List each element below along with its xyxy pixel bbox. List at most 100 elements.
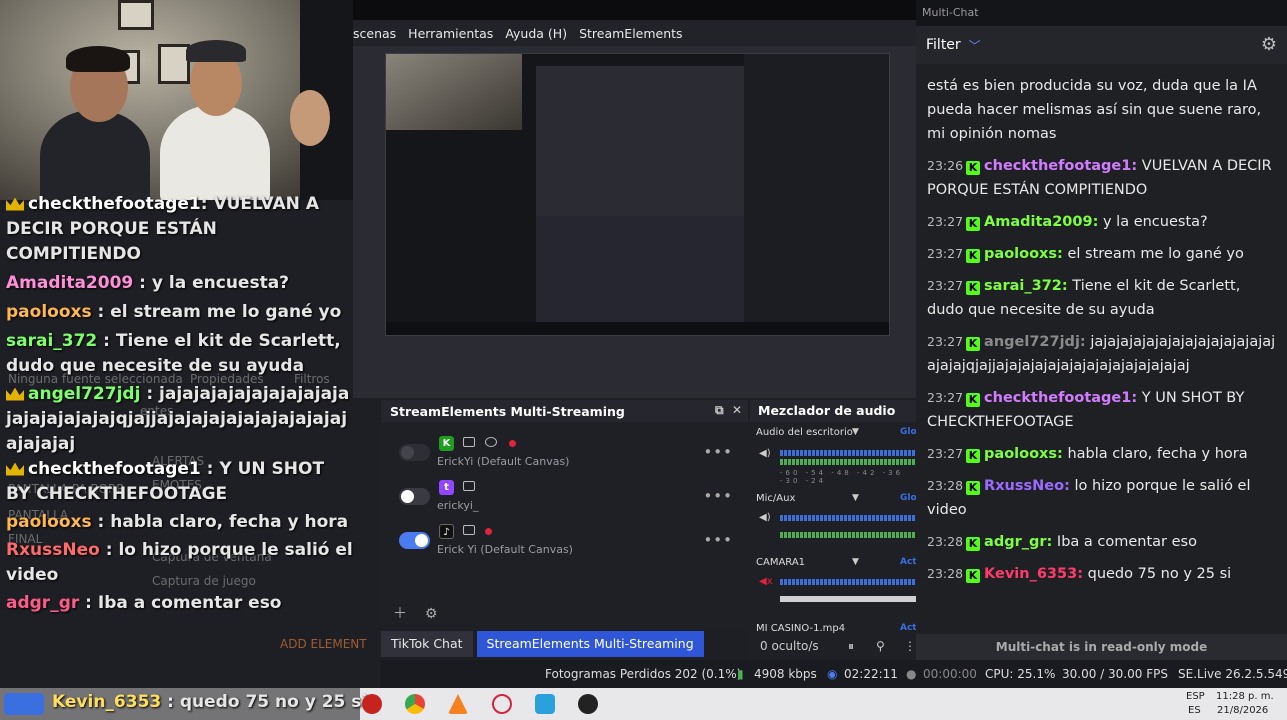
- multichat-panel: Multi-Chat Filter ﹀ ⚙ está es bien produ…: [916, 0, 1287, 660]
- overlay-message: checkthefootage1 : Y UN SHOT BY CHECKTHE…: [6, 459, 325, 504]
- fps: 30.00 / 30.00 FPS: [1062, 667, 1168, 681]
- close-icon[interactable]: ✕: [732, 403, 742, 417]
- volume-meter[interactable]: [780, 532, 916, 538]
- stream-icon: ◉: [827, 667, 838, 681]
- twitch-icon: t: [439, 480, 454, 495]
- overlay-message: paolooxs : habla claro, fecha y hora: [6, 512, 349, 532]
- message-username[interactable]: checkthefootage1:: [984, 158, 1137, 174]
- volume-meter[interactable]: [780, 596, 916, 602]
- app-icon[interactable]: [492, 694, 512, 714]
- destination-name: Erick Yi (Default Canvas): [437, 543, 573, 556]
- kick-icon: K: [439, 436, 454, 451]
- chat-message: 23:27 Kpaolooxs: habla claro, fecha y hor…: [927, 442, 1277, 466]
- chat-message: 23:27 Ksarai_372: Tiene el kit de Scarlet…: [927, 274, 1277, 322]
- message-username[interactable]: paolooxs:: [984, 246, 1063, 262]
- input-region[interactable]: ES: [1188, 705, 1201, 716]
- destination-toggle[interactable]: [399, 488, 430, 505]
- chat-message: 23:27 K Amadita2009: y la encuesta?: [927, 210, 1277, 234]
- muted-speaker-icon[interactable]: ◀x: [759, 576, 773, 587]
- more-options-icon[interactable]: •••: [703, 531, 733, 549]
- message-time: 23:28: [927, 566, 964, 581]
- tab-multistreaming[interactable]: StreamElements Multi-Streaming: [476, 631, 704, 657]
- telegram-icon[interactable]: [535, 694, 555, 714]
- chat-message: está es bien producida su voz, duda que …: [927, 74, 1277, 146]
- float-icon[interactable]: ⧉: [715, 403, 724, 417]
- overlay-message: Amadita2009 : y la encuesta?: [6, 273, 290, 293]
- speaker-icon[interactable]: ◀): [759, 512, 771, 523]
- streamelements-logo: [4, 693, 44, 715]
- destination-toggle[interactable]: [399, 532, 430, 549]
- obs-icon[interactable]: [578, 694, 598, 714]
- clock-time[interactable]: 11:28 p. m.: [1216, 691, 1274, 702]
- dock-toolbar: ＋ ⚙: [393, 603, 437, 623]
- chevron-down-icon[interactable]: ﹀: [969, 37, 981, 54]
- message-time: 23:27: [927, 334, 964, 349]
- chevron-down-icon[interactable]: ▼: [852, 557, 859, 567]
- more-options-icon[interactable]: •••: [703, 487, 733, 505]
- readonly-notice: Multi-chat is in read-only mode: [916, 634, 1287, 660]
- chevron-down-icon[interactable]: ▼: [852, 493, 859, 503]
- message-username[interactable]: sarai_372:: [984, 278, 1068, 294]
- link-icon[interactable]: ⚲: [876, 634, 885, 658]
- message-username[interactable]: paolooxs:: [984, 446, 1063, 462]
- volume-meter[interactable]: [780, 459, 916, 465]
- tab-tiktok-chat[interactable]: TikTok Chat: [381, 631, 473, 657]
- input-language[interactable]: ESP: [1186, 691, 1205, 702]
- message-username[interactable]: Amadita2009:: [984, 214, 1098, 230]
- speaker-icon[interactable]: ◀): [759, 448, 771, 459]
- menu-help[interactable]: Ayuda (H): [505, 26, 567, 41]
- gear-icon[interactable]: ⚙: [1261, 34, 1277, 55]
- message-username[interactable]: angel727jdj:: [984, 334, 1086, 350]
- chevron-down-icon[interactable]: ▼: [852, 427, 859, 437]
- stream-preview[interactable]: [385, 53, 890, 336]
- crown-icon: [6, 387, 24, 401]
- monitor-icon: [463, 525, 475, 535]
- kick-icon: K: [966, 281, 981, 295]
- volume-meter[interactable]: [780, 515, 916, 521]
- bitrate: 4908 kbps: [754, 667, 817, 681]
- app-icon[interactable]: [362, 694, 382, 714]
- kick-icon: K: [966, 393, 981, 407]
- menu-streamelements[interactable]: StreamElements: [579, 26, 683, 41]
- chat-message: 23:27 Kcheckthefootage1: Y UN SHOT BY CHE…: [927, 386, 1277, 434]
- mixer-footer: 0 oculto/s ⏸ ⚲ ⋮: [750, 634, 916, 658]
- multichat-title: Multi-Chat: [916, 0, 1287, 26]
- monitor-icon: [463, 481, 475, 491]
- message-username[interactable]: checkthefootage1:: [984, 390, 1137, 406]
- message-username[interactable]: RxussNeo:: [984, 478, 1070, 494]
- channel-name: MI CASINO-1.mp4: [756, 623, 846, 634]
- add-icon[interactable]: ＋: [393, 606, 407, 622]
- webcam-feed: [0, 0, 353, 200]
- volume-meter[interactable]: [780, 450, 916, 456]
- kick-icon: K: [966, 449, 981, 463]
- screen: scenas Herramientas Ayuda (H) StreamElem…: [0, 0, 1287, 720]
- obs-menubar: scenas Herramientas Ayuda (H) StreamElem…: [353, 20, 916, 46]
- menu-scenes[interactable]: scenas: [353, 26, 396, 41]
- volume-meter[interactable]: [780, 579, 916, 585]
- destination-name: erickyi_: [437, 499, 479, 512]
- message-text: habla claro, fecha y hora: [1062, 446, 1248, 462]
- multistream-dock: K ErickYi (Default Canvas) ••• t erickyi…: [381, 422, 748, 629]
- destination-toggle[interactable]: [399, 444, 430, 461]
- chrome-icon[interactable]: [405, 694, 425, 714]
- channel-name: CAMARA1: [756, 557, 806, 568]
- gear-icon[interactable]: ⚙: [425, 606, 438, 622]
- options-icon[interactable]: ⋮: [904, 634, 916, 658]
- message-username[interactable]: Kevin_6353:: [984, 566, 1083, 582]
- kick-icon: K: [966, 569, 981, 583]
- chat-message: 23:26 Kcheckthefootage1: VUELVAN A DECIR …: [927, 154, 1277, 202]
- message-time: 23:27: [927, 446, 964, 461]
- status-bar: Fotogramas Perdidos 202 (0.1%) ▮ 4908 kb…: [381, 660, 1287, 688]
- kick-icon: K: [966, 337, 981, 351]
- filter-dropdown[interactable]: Filter: [926, 37, 961, 53]
- chat-message: 23:27 Kpaolooxs: el stream me lo gané yo: [927, 242, 1277, 266]
- menu-tools[interactable]: Herramientas: [408, 26, 493, 41]
- crown-icon: [6, 197, 24, 211]
- more-options-icon[interactable]: •••: [703, 443, 733, 461]
- message-username[interactable]: adgr_gr:: [984, 534, 1052, 550]
- kick-icon: K: [966, 161, 981, 175]
- audio-mixer: Audio del escritorio ▼ Glob ◀) -60 -54 -…: [750, 422, 916, 660]
- clock-date[interactable]: 21/8/2026: [1217, 705, 1268, 716]
- crown-icon: [6, 462, 24, 476]
- pause-icon[interactable]: ⏸: [848, 634, 854, 658]
